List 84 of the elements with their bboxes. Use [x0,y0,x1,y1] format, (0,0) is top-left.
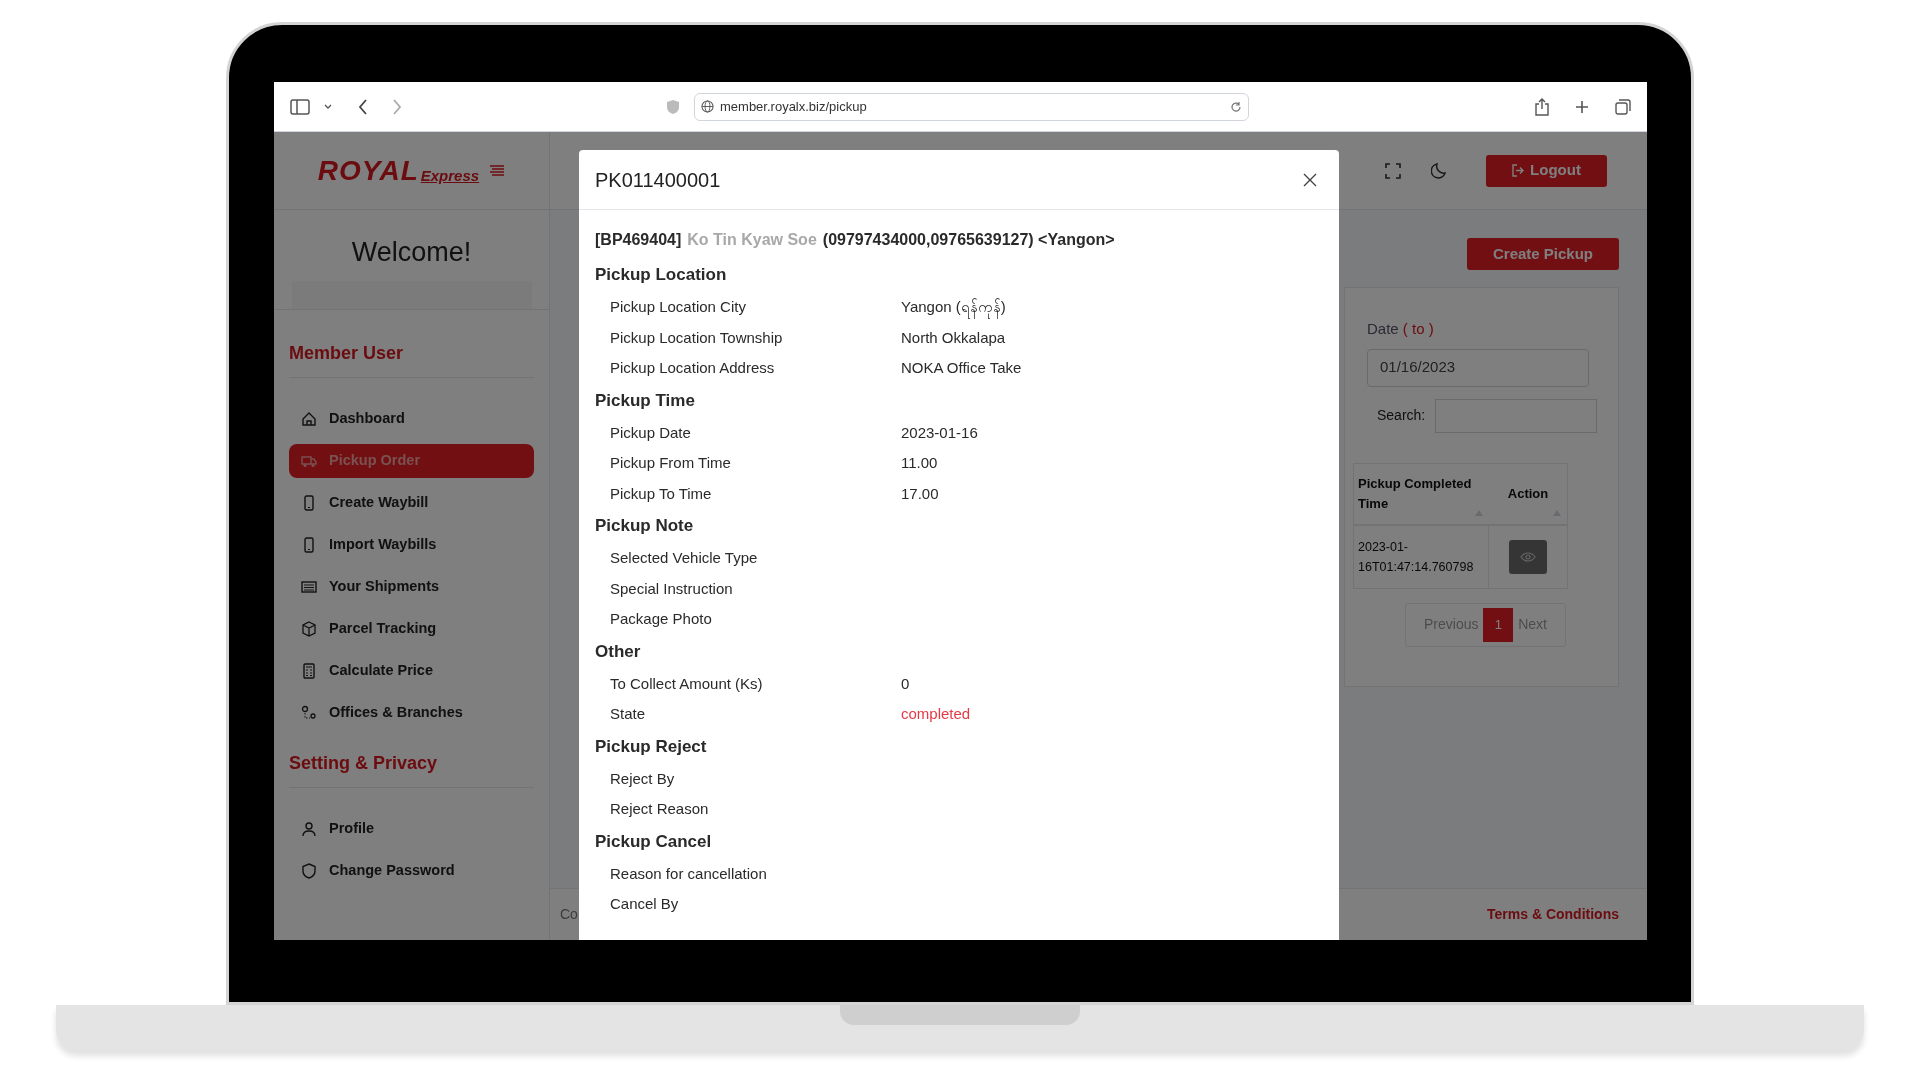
forward-icon[interactable] [392,98,402,115]
date-field[interactable]: 01/16/2023 [1367,348,1589,387]
section-heading: Setting & Privacy [289,750,534,788]
menu-icon[interactable] [489,164,506,177]
detail-label: Pickup Location Township [610,327,784,348]
detail-value: North Okkalapa [901,327,1006,348]
logo[interactable]: ROYAL Express [317,149,480,192]
moon-icon[interactable] [1431,162,1448,179]
page-button[interactable]: 1 [1483,607,1514,642]
detail-value: 11.00 [901,453,938,473]
detail-label: Cancel By [610,894,680,914]
detail-label: Pickup Date [610,422,692,443]
sidebar-item[interactable]: Your Shipments [289,570,534,604]
customer-code: [BP469404] [595,230,682,250]
detail-label: Package Photo [610,609,713,629]
sidebar-item[interactable]: Offices & Branches [289,696,534,730]
user-icon [301,821,317,837]
section-heading: Member User [289,340,534,378]
truck-icon [301,453,317,469]
view-button[interactable] [1509,539,1547,574]
fullscreen-icon[interactable] [1385,162,1401,179]
back-icon[interactable] [358,98,368,115]
detail-value: 2023-01-16 [901,422,978,443]
customer-name: Ko Tin Kyaw Soe [687,230,817,250]
detail-value: 17.00 [901,483,939,504]
globe-icon [701,100,714,113]
terms-link[interactable]: Terms & Conditions [1487,904,1619,925]
detail-label: Special Instruction [610,578,734,599]
sidebar-item[interactable]: Parcel Tracking [289,612,534,646]
detail-label: To Collect Amount (Ks) [610,673,764,694]
share-icon[interactable] [1535,97,1549,116]
shield-icon [301,863,317,879]
sidebar-item[interactable]: Change Password [289,854,534,888]
sidebar-item[interactable]: Dashboard [289,402,534,436]
reload-icon[interactable] [1230,100,1242,113]
table-cell-text: 2023-01-16T01:47:14.760798 [1358,538,1475,576]
detail-value: Yangon (ရန်ကုန်) [901,296,1006,319]
eye-icon [1520,551,1536,562]
close-icon[interactable] [1303,172,1317,187]
modal-title: PK011400001 [595,167,721,193]
calculator-icon [301,663,317,679]
welcome-heading: Welcome! [351,236,472,269]
url-text: member.royalx.biz/pickup [720,97,868,116]
section-heading: Pickup Location [595,264,728,287]
column-header[interactable]: Pickup Completed Time [1358,473,1485,514]
create-pickup-button[interactable]: Create Pickup [1467,238,1619,270]
section-heading: Other [595,640,642,663]
date-label: Date ( to ) [1367,319,1435,339]
detail-label: Reject By [610,768,676,789]
sidebar-item[interactable]: Calculate Price [289,654,534,688]
sidebar-item[interactable]: Import Waybills [289,528,534,562]
detail-label: Pickup Location City [610,297,747,317]
search-label: Search: [1377,406,1426,425]
new-tab-icon[interactable] [1575,99,1589,114]
detail-value: NOKA Office Take [901,358,1022,378]
sidebar-toggle-icon[interactable] [290,98,310,115]
detail-label: Selected Vehicle Type [610,548,759,568]
home-icon [301,411,317,427]
detail-label: State [610,704,647,724]
chevron-down-icon[interactable] [324,103,332,110]
section-heading: Pickup Note [595,515,695,538]
detail-label: Pickup From Time [610,453,732,473]
status-text: completed [901,704,971,724]
phone-icon [301,537,317,553]
list-icon [301,579,317,595]
customer-contact: (09797434000,09765639127) <Yangon> [822,230,1115,250]
sidebar-item[interactable]: Profile [289,812,534,846]
section-heading: Pickup Cancel [595,830,713,853]
address-bar[interactable]: member.royalx.biz/pickup [694,92,1249,121]
detail-label: Reason for cancellation [610,863,768,884]
detail-value: 0 [901,673,910,694]
detail-label: Pickup To Time [610,483,713,504]
section-heading: Pickup Reject [595,735,708,758]
tabs-overview-icon[interactable] [1615,98,1631,115]
logout-icon [1512,164,1525,177]
box-icon [301,621,317,637]
phone-icon [301,495,317,511]
sidebar-item[interactable]: Create Waybill [289,486,534,520]
column-header[interactable]: Action [1507,483,1549,504]
logout-button[interactable]: Logout [1486,154,1607,187]
detail-label: Pickup Location Address [610,358,776,378]
footer-text: Co [560,905,578,924]
section-heading: Pickup Time [595,389,696,412]
detail-label: Reject Reason [610,799,710,819]
